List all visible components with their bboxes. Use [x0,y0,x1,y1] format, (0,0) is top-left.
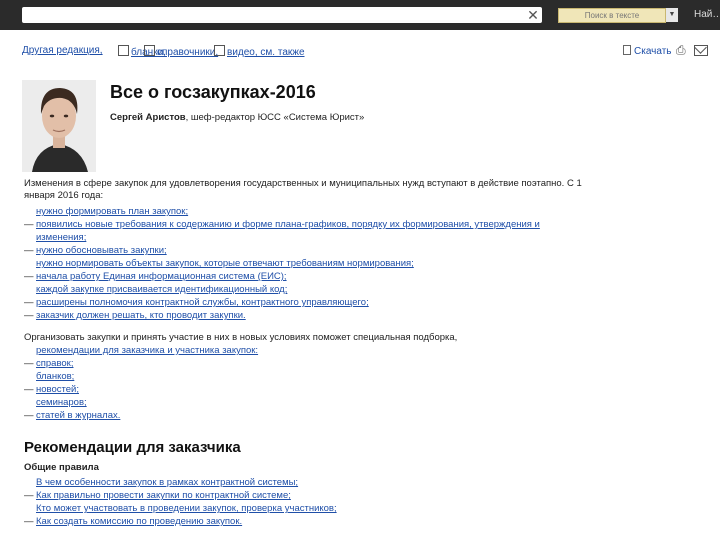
list-link[interactable]: Как создать комиссию по проведению закуп… [36,516,242,527]
chevron-down-icon[interactable]: ▼ [666,8,678,22]
list-link[interactable]: Как правильно провести закупки по контра… [36,490,291,501]
list-link[interactable]: статей в журналах. [36,410,120,421]
list-link[interactable]: нужно формировать план закупок; [36,206,188,217]
list-link[interactable]: бланков; [36,371,74,382]
toolbar-link-label: Другая редакция, [22,45,103,56]
subsection-title: Общие правила [24,462,99,473]
recommendations-list: В чем особенности закупок в рамках контр… [24,476,624,528]
list-item: Кто может участвовать в проведении закуп… [24,502,624,515]
list-item: каждой закупке присваивается идентификац… [24,283,624,296]
selection-link-row: рекомендации для заказчика и участника з… [24,344,624,357]
toolbar: Другая редакция, бланки, справочники, ви… [22,43,712,61]
form-icon [118,45,129,56]
toolbar-link-references[interactable]: справочники, [144,45,218,58]
selection-text: Организовать закупки и принять участие в… [24,332,458,343]
author-name: Сергей Аристов [110,112,186,123]
toolbar-link-label: справочники, [157,47,219,58]
list-link[interactable]: расширены полномочия контрактной службы,… [36,297,369,308]
author-photo [22,80,96,172]
video-icon [214,45,225,56]
mail-icon[interactable] [694,45,708,56]
list-item: — справок; [24,358,74,369]
list-item: — Как создать комиссию по проведению заку… [24,516,243,527]
list-item: — статей в журналах. [24,410,121,421]
list-item: изменения; [24,231,624,244]
download-button[interactable]: Скачать [623,45,672,57]
list-link[interactable]: новостей; [36,384,79,395]
author-line: Сергей Аристов, шеф-редактор ЮСС «Систем… [110,112,364,123]
download-label: Скачать [634,46,672,57]
page-title: Все о госзакупках-2016 [110,82,316,102]
list-item: — расширены полномочия контрактной службы… [24,297,369,308]
list-link[interactable]: В чем особенности закупок в рамках контр… [36,477,298,488]
list-item: — появились новые требования к содержанию… [24,219,540,230]
list-link[interactable]: Кто может участвовать в проведении закуп… [36,503,337,514]
intro-text: Изменения в сфере закупок для удовлетвор… [24,178,582,201]
list-link[interactable]: появились новые требования к содержанию … [36,219,540,230]
book-icon [144,45,155,56]
list-item: — нужно обосновывать закупки; [24,245,167,256]
close-icon[interactable]: ✕ [526,7,540,23]
toolbar-link-video[interactable]: видео, см. также [214,45,305,58]
list-item: — заказчик должен решать, кто проводит за… [24,310,246,321]
list-item: — новостей; [24,384,79,395]
selection-link[interactable]: рекомендации для заказчика и участника з… [36,345,258,356]
list-link[interactable]: нужно нормировать объекты закупок, котор… [36,258,414,269]
list-link[interactable]: изменения; [36,232,86,243]
search-input[interactable]: Поиск в тексте [558,8,666,23]
download-icon [623,45,631,55]
find-next-button[interactable]: Най… [694,8,720,22]
selection-block: Организовать закупки и принять участие в… [24,331,624,422]
list-link[interactable]: справок; [36,358,73,369]
list-item: — начала работу Единая информационная сис… [24,271,287,282]
toolbar-link-label: видео, см. также [227,47,305,58]
list-link[interactable]: каждой закупке присваивается идентификац… [36,284,287,295]
list-item: нужно формировать план закупок; [24,205,624,218]
list-item: В чем особенности закупок в рамках контр… [24,476,624,489]
list-link[interactable]: начала работу Единая информационная сист… [36,271,287,282]
address-field[interactable] [22,7,542,23]
list-item: — Как правильно провести закупки по контр… [24,490,291,501]
changes-list: нужно формировать план закупок; — появили… [24,205,624,322]
list-item: бланков; [24,370,624,383]
section-title: Рекомендации для заказчика [24,439,241,456]
list-item: нужно нормировать объекты закупок, котор… [24,257,624,270]
list-link[interactable]: нужно обосновывать закупки; [36,245,167,256]
list-item: семинаров; [24,396,624,409]
print-icon[interactable]: ⎙ [676,43,688,57]
list-link[interactable]: семинаров; [36,397,87,408]
author-role: , шеф-редактор ЮСС «Система Юрист» [185,112,365,123]
list-link[interactable]: заказчик должен решать, кто проводит зак… [36,310,246,321]
top-bar: ✕ Поиск в тексте ▼ Най… [0,0,720,30]
toolbar-link-edition[interactable]: Другая редакция, [22,45,103,56]
